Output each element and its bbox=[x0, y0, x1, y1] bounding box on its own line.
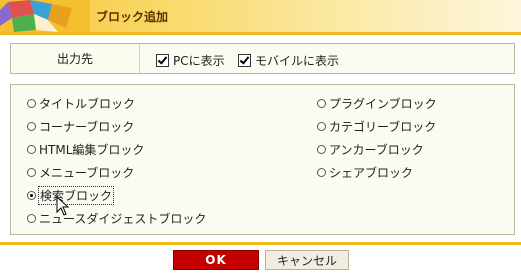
mobile-display-checkbox[interactable]: モバイルに表示 bbox=[238, 52, 339, 69]
radio-icon[interactable] bbox=[317, 145, 326, 154]
pc-display-label: PCに表示 bbox=[173, 54, 225, 68]
block-option-html-edit[interactable]: HTML編集ブロック bbox=[27, 141, 144, 158]
radio-icon[interactable] bbox=[27, 145, 36, 154]
block-option-anchor[interactable]: アンカーブロック bbox=[317, 141, 424, 158]
dialog-header: ブロック追加 bbox=[0, 0, 521, 32]
block-option-news-digest[interactable]: ニュースダイジェストブロック bbox=[27, 210, 206, 227]
block-option-corner[interactable]: コーナーブロック bbox=[27, 118, 134, 135]
radio-icon[interactable] bbox=[317, 122, 326, 131]
block-option-share[interactable]: シェアブロック bbox=[317, 164, 413, 181]
mouse-pointer-icon bbox=[56, 196, 70, 216]
radio-selected-icon[interactable] bbox=[27, 191, 36, 200]
mobile-display-label: モバイルに表示 bbox=[255, 54, 340, 68]
output-destination-label: 出力先 bbox=[11, 44, 140, 73]
cancel-button[interactable]: キャンセル bbox=[265, 250, 349, 270]
output-destination-row: 出力先 PCに表示 モバイルに表示 bbox=[10, 43, 515, 74]
logo-icon bbox=[0, 0, 90, 32]
block-option-title[interactable]: タイトルブロック bbox=[27, 95, 135, 112]
block-option-menu[interactable]: メニューブロック bbox=[27, 164, 134, 181]
radio-icon[interactable] bbox=[27, 214, 36, 223]
radio-icon[interactable] bbox=[27, 99, 36, 108]
block-type-list: タイトルブロック コーナーブロック HTML編集ブロック メニューブロック 検索… bbox=[10, 84, 515, 235]
block-option-search[interactable]: 検索ブロック bbox=[27, 186, 115, 205]
footer-divider bbox=[0, 242, 521, 245]
block-option-category[interactable]: カテゴリーブロック bbox=[317, 118, 436, 135]
radio-icon[interactable] bbox=[317, 168, 326, 177]
dialog-title: ブロック追加 bbox=[96, 10, 169, 24]
radio-icon[interactable] bbox=[27, 168, 36, 177]
header-divider bbox=[0, 32, 521, 35]
radio-icon[interactable] bbox=[27, 122, 36, 131]
radio-icon[interactable] bbox=[317, 99, 326, 108]
pc-display-checkbox[interactable]: PCに表示 bbox=[156, 52, 225, 69]
checkbox-checked-icon[interactable] bbox=[156, 54, 169, 67]
block-option-plugin[interactable]: プラグインブロック bbox=[317, 95, 437, 112]
checkbox-checked-icon[interactable] bbox=[238, 54, 251, 67]
ok-button[interactable]: OK bbox=[173, 250, 259, 270]
